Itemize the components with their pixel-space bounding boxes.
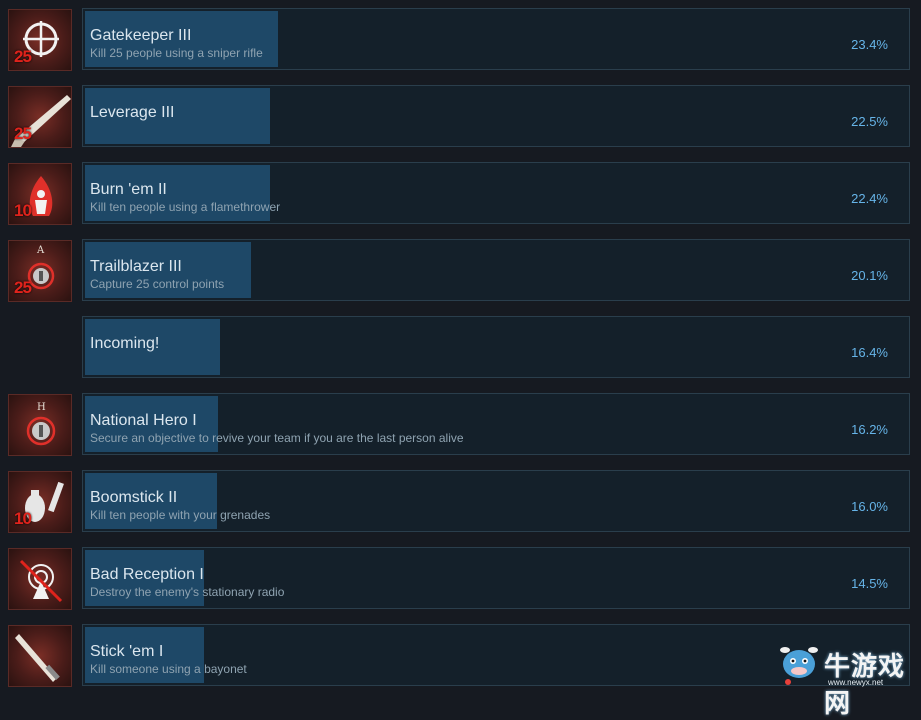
achievement-count-badge: 10: [14, 201, 32, 220]
unlock-percentage: 16.2%: [851, 422, 888, 437]
watermark-url: www.newyx.net: [828, 678, 884, 687]
achievement-description: Capture 25 control points: [90, 277, 225, 291]
unlock-percentage: 20.1%: [851, 268, 888, 283]
svg-text:A: A: [36, 245, 45, 256]
achievement-panel: Trailblazer III Capture 25 control points…: [82, 239, 910, 301]
achievement-panel: Leverage III 22.5%: [82, 85, 910, 147]
achievement-count-badge: 10: [14, 509, 32, 528]
achievement-row[interactable]: 10 Boomstick II Kill ten people with your …: [0, 470, 921, 534]
achievement-title: Incoming!: [90, 335, 160, 352]
achievement-title: Trailblazer III: [90, 258, 182, 275]
site-watermark: 牛游戏网 www.newyx.net: [776, 636, 921, 718]
national-hero-icon: H: [8, 394, 72, 456]
achievement-row[interactable]: A 25 Trailblazer III Capture 25 control poi…: [0, 239, 921, 303]
unlock-percentage: 22.5%: [851, 114, 888, 129]
unlock-percentage: 14.5%: [851, 576, 888, 591]
achievement-title: Gatekeeper III: [90, 27, 192, 44]
achievement-panel: Burn 'em II Kill ten people using a flame…: [82, 162, 910, 224]
rifle-icon: 25: [8, 86, 72, 148]
achievement-title: National Hero I: [90, 412, 197, 429]
achievement-count-badge: 25: [14, 47, 32, 66]
achievement-row[interactable]: Incoming! 16.4%: [0, 316, 921, 380]
mascot-logo-icon: [780, 647, 818, 685]
svg-text:H: H: [37, 402, 46, 413]
achievement-panel: Boomstick II Kill ten people with your gr…: [82, 470, 910, 532]
achievement-title: Boomstick II: [90, 489, 178, 506]
achievement-row[interactable]: 25 Gatekeeper III Kill 25 people using a s…: [0, 8, 921, 72]
achievement-panel: Gatekeeper III Kill 25 people using a sni…: [82, 8, 910, 70]
achievement-description: Kill 25 people using a sniper rifle: [90, 46, 263, 60]
achievement-description: Kill someone using a bayonet: [90, 662, 247, 676]
achievement-title: Leverage III: [90, 104, 175, 121]
achievement-panel: National Hero I Secure an objective to re…: [82, 393, 910, 455]
achievement-description: Destroy the enemy's stationary radio: [90, 585, 285, 599]
achievement-description: Secure an objective to revive your team …: [90, 431, 464, 445]
achievement-row[interactable]: Bad Reception I Destroy the enemy's stati…: [0, 547, 921, 611]
unlock-percentage: 23.4%: [851, 37, 888, 52]
control-point-icon: A 25: [8, 240, 72, 302]
achievement-row[interactable]: 10 Burn 'em II Kill ten people using a fla…: [0, 162, 921, 226]
achievement-description: Kill ten people with your grenades: [90, 508, 271, 522]
achievement-panel: Incoming! 16.4%: [82, 316, 910, 378]
achievement-panel: Bad Reception I Destroy the enemy's stati…: [82, 547, 910, 609]
achievement-row[interactable]: H National Hero I Secure an objective to r…: [0, 393, 921, 457]
bayonet-icon: [8, 625, 72, 687]
achievement-description: Kill ten people using a flamethrower: [90, 200, 281, 214]
achievement-title: Stick 'em I: [90, 643, 164, 660]
flamethrower-icon: 10: [8, 163, 72, 225]
unlock-percentage: 16.0%: [851, 499, 888, 514]
grenade-icon: 10: [8, 471, 72, 533]
radio-icon: [8, 548, 72, 610]
achievement-row[interactable]: 25 Leverage III 22.5%: [0, 85, 921, 149]
achievement-title: Bad Reception I: [90, 566, 204, 583]
achievement-count-badge: 25: [14, 124, 32, 143]
unlock-percentage: 22.4%: [851, 191, 888, 206]
unlock-percentage: 16.4%: [851, 345, 888, 360]
achievement-title: Burn 'em II: [90, 181, 167, 198]
sniper-scope-icon: 25: [8, 9, 72, 71]
achievement-count-badge: 25: [14, 278, 32, 297]
